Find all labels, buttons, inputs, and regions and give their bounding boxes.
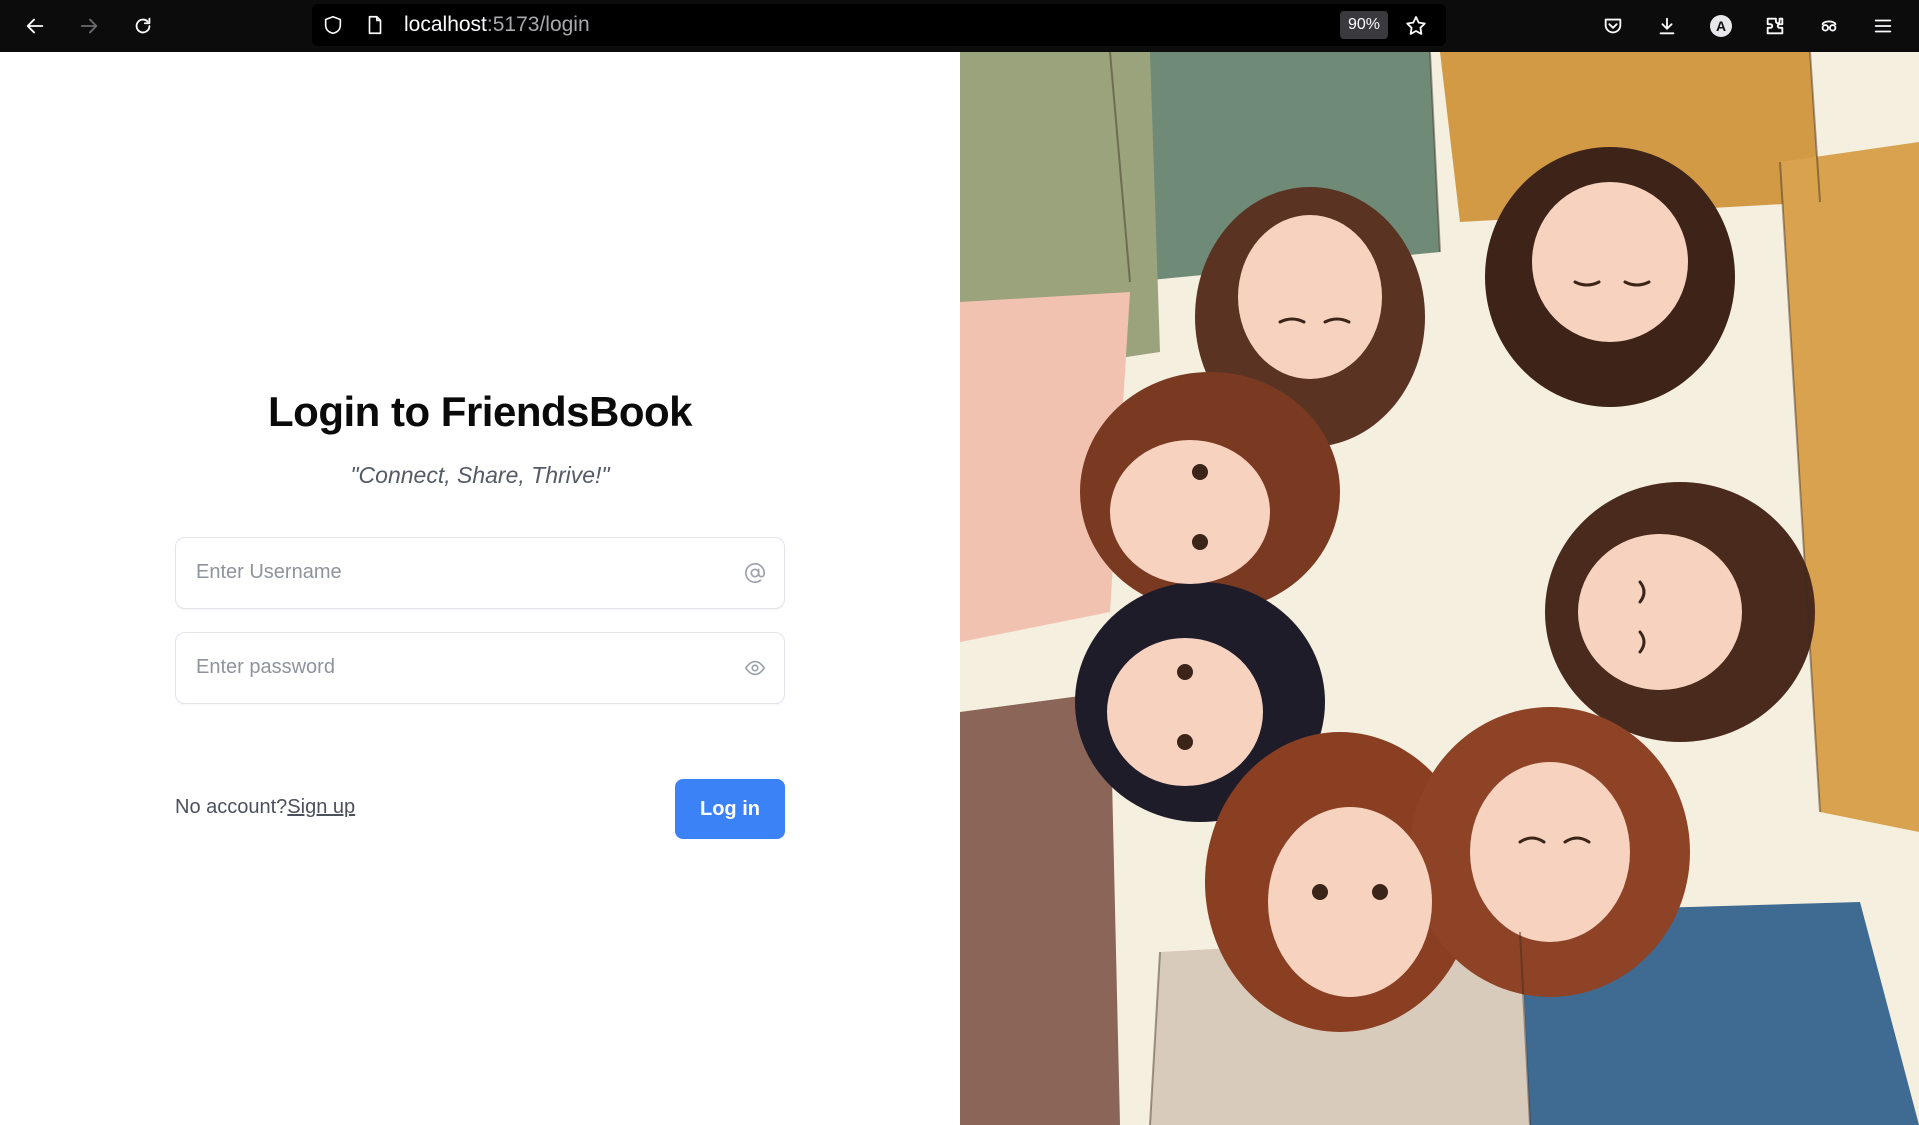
menu-icon bbox=[1874, 19, 1892, 33]
url-text[interactable]: localhost:5173/login bbox=[404, 13, 590, 37]
back-icon bbox=[26, 18, 44, 34]
back-button[interactable] bbox=[17, 8, 53, 44]
username-field bbox=[175, 537, 785, 609]
shield-icon[interactable] bbox=[322, 14, 344, 36]
downloads-button[interactable] bbox=[1649, 8, 1685, 44]
page: Login to FriendsBook "Connect, Share, Th… bbox=[0, 52, 1919, 1125]
password-field bbox=[175, 632, 785, 704]
login-panel: Login to FriendsBook "Connect, Share, Th… bbox=[0, 52, 960, 1125]
username-input[interactable] bbox=[196, 538, 716, 607]
extensions-icon bbox=[1766, 17, 1784, 35]
at-sign-icon bbox=[744, 562, 766, 584]
eye-icon[interactable] bbox=[744, 657, 766, 679]
menu-button[interactable] bbox=[1865, 8, 1901, 44]
page-title: Login to FriendsBook bbox=[268, 388, 692, 435]
account-icon: A bbox=[1710, 15, 1732, 37]
url-bar[interactable]: localhost:5173/login 90% bbox=[312, 4, 1446, 46]
pocket-button[interactable] bbox=[1595, 8, 1631, 44]
reload-button[interactable] bbox=[125, 8, 161, 44]
signup-link[interactable]: Sign up bbox=[287, 796, 355, 818]
page-icon[interactable] bbox=[364, 14, 386, 36]
star-icon[interactable] bbox=[1402, 12, 1430, 40]
private-mask-button[interactable] bbox=[1811, 8, 1847, 44]
forward-icon bbox=[80, 18, 98, 34]
forward-button[interactable] bbox=[71, 8, 107, 44]
tagline: "Connect, Share, Thrive!" bbox=[350, 462, 610, 488]
account-button[interactable]: A bbox=[1703, 8, 1739, 44]
zoom-badge[interactable]: 90% bbox=[1340, 11, 1389, 39]
login-button[interactable]: Log in bbox=[675, 779, 785, 839]
illustration-image bbox=[960, 52, 1919, 1125]
no-account-text: No account? bbox=[175, 796, 288, 818]
hero-illustration bbox=[960, 52, 1919, 1125]
signup-prompt: No account?Sign up bbox=[175, 796, 355, 819]
password-input[interactable] bbox=[196, 633, 716, 702]
reload-icon bbox=[135, 17, 151, 34]
download-icon bbox=[1659, 17, 1675, 35]
pocket-icon bbox=[1604, 18, 1622, 34]
extensions-button[interactable] bbox=[1757, 8, 1793, 44]
mask-icon bbox=[1821, 20, 1837, 32]
browser-toolbar: localhost:5173/login 90% A bbox=[0, 0, 1919, 52]
